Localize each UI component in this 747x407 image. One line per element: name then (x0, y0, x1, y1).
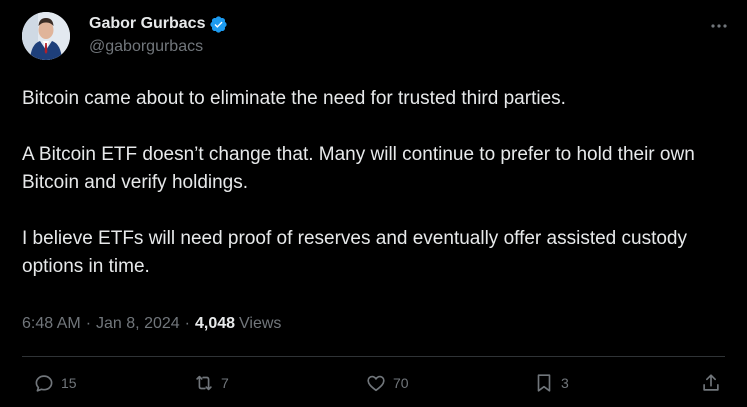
divider (22, 356, 725, 357)
avatar-image (22, 12, 70, 60)
tweet-paragraph: A Bitcoin ETF doesn’t change that. Many … (22, 144, 695, 193)
more-options-button[interactable] (709, 16, 729, 36)
more-icon (711, 24, 727, 28)
tweet-date[interactable]: Jan 8, 2024 (96, 315, 180, 333)
tweet-paragraph: I believe ETFs will need proof of reserv… (22, 228, 687, 277)
tweet-card: Gabor Gurbacs @gaborgurbacs Bitcoin came… (0, 0, 747, 407)
bookmark-icon (537, 374, 551, 392)
reply-icon (35, 375, 53, 392)
verified-badge-icon[interactable] (209, 15, 228, 34)
like-button[interactable]: 70 (365, 372, 409, 394)
user-handle[interactable]: @gaborgurbacs (89, 38, 228, 56)
repost-count: 7 (221, 375, 229, 391)
share-icon (703, 374, 719, 391)
bookmark-button[interactable]: 3 (533, 372, 569, 394)
tweet-meta: 6:48 AM · Jan 8, 2024 · 4,048 Views (22, 315, 281, 333)
tweet-text: Bitcoin came about to eliminate the need… (22, 85, 722, 281)
repost-icon (196, 375, 212, 391)
reply-count: 15 (61, 375, 77, 391)
avatar[interactable] (22, 12, 70, 60)
like-icon (367, 375, 385, 392)
reply-button[interactable]: 15 (33, 372, 77, 394)
author-info: Gabor Gurbacs @gaborgurbacs (89, 14, 228, 56)
display-name[interactable]: Gabor Gurbacs (89, 15, 205, 33)
views-count: 4,048 (194, 315, 236, 332)
tweet-paragraph: Bitcoin came about to eliminate the need… (22, 88, 566, 109)
action-bar: 15 7 70 3 (0, 370, 747, 400)
bookmark-count: 3 (561, 375, 569, 391)
tweet-time[interactable]: 6:48 AM (22, 315, 81, 333)
share-button[interactable] (700, 372, 722, 394)
meta-separator: · (184, 315, 190, 332)
meta-separator: · (85, 315, 92, 332)
views-label: Views (239, 315, 282, 332)
like-count: 70 (393, 375, 409, 391)
repost-button[interactable]: 7 (193, 372, 229, 394)
